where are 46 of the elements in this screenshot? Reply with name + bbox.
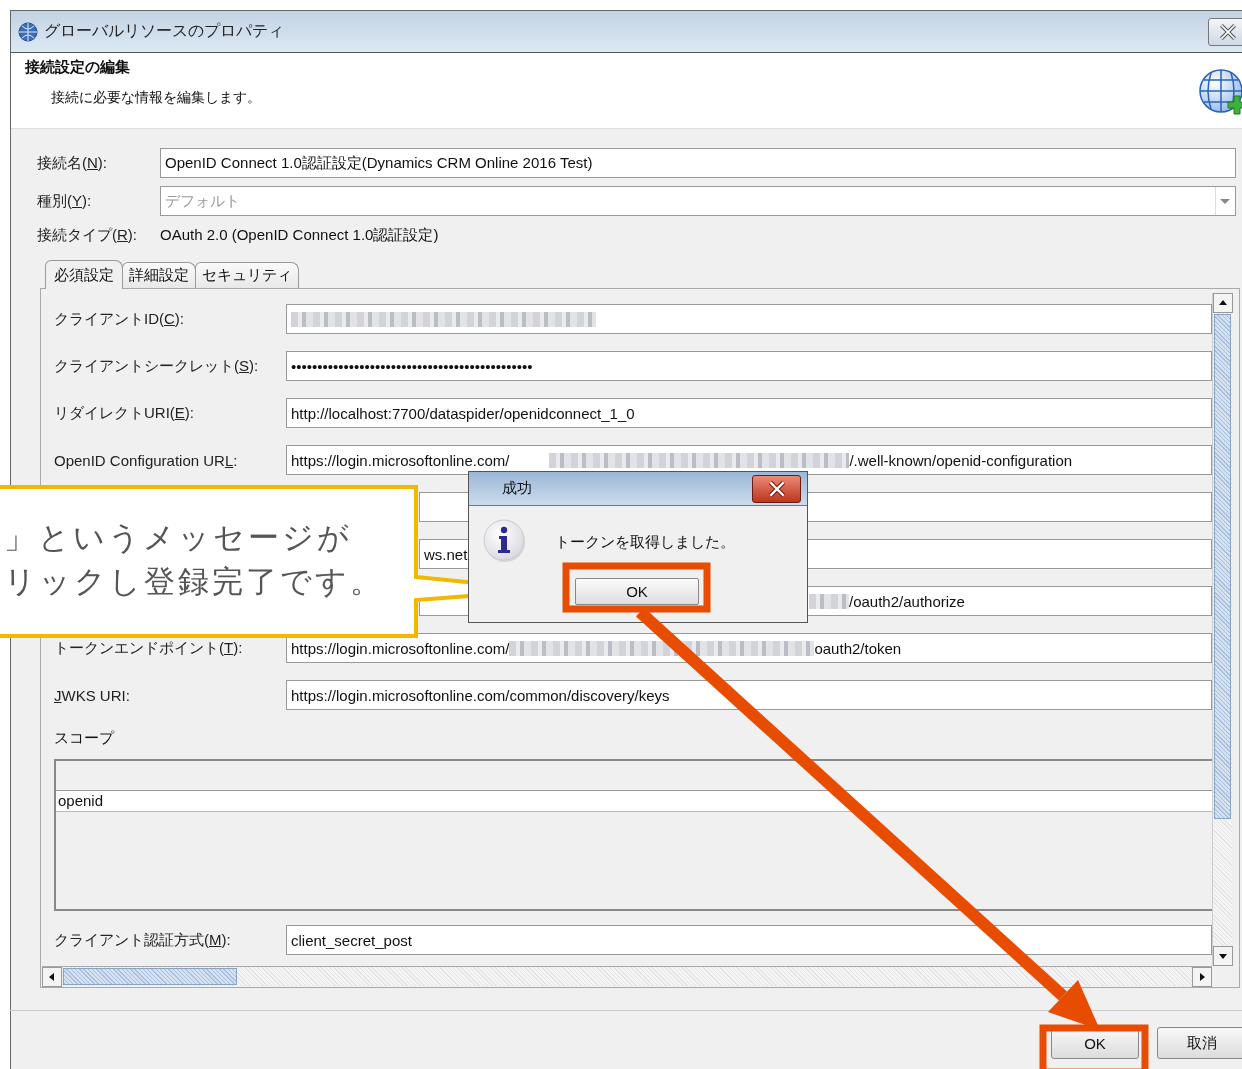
section-description: 接続に必要な情報を編集します。 [51, 89, 261, 107]
blurred-redaction [809, 593, 849, 609]
field-value: OAuth 2.0 (OpenID Connect 1.0認証設定) [160, 225, 440, 245]
callout-text: リックし登録完了です。 [4, 562, 384, 601]
field-label: OpenID Configuration URL: [54, 451, 239, 469]
globe-icon [18, 21, 38, 42]
close-button[interactable] [1208, 17, 1242, 46]
field-label: 接続名(N): [37, 153, 108, 173]
tab[interactable]: 必須設定 [45, 260, 123, 289]
section-title: 接続設定の編集 [25, 58, 131, 77]
window-title: グローバルリソースのプロパティ [44, 21, 284, 41]
field-label: 種別(Y): [37, 191, 93, 211]
text-field[interactable]: https://login.microsoftonline.com/common/discovery/keys [286, 680, 1212, 710]
tab[interactable]: セキュリティ [195, 262, 299, 288]
text-field[interactable]: OpenID Connect 1.0認証設定(Dynamics CRM Online 2016 Test) [160, 148, 1236, 178]
close-icon [1217, 22, 1239, 41]
scrollbar-thumb[interactable] [63, 968, 237, 985]
field-label: クライアントID(C): [54, 309, 185, 329]
tab[interactable]: 詳細設定 [122, 262, 196, 288]
field-label: クライアント認証方式(M): [54, 930, 232, 950]
text-field[interactable]: https://login.microsoftonline.com/ oauth2/token [286, 633, 1212, 663]
scroll-right-icon[interactable] [1192, 967, 1212, 987]
section-label: スコープ [54, 728, 116, 748]
globe-add-icon [1198, 66, 1242, 116]
vertical-scrollbar[interactable] [1212, 293, 1232, 966]
scroll-left-icon[interactable] [42, 967, 62, 987]
text-field[interactable]: •••••••••••••••••••••••••••••••••••••••••••••• [286, 351, 1212, 381]
scrollbar-thumb[interactable] [1214, 314, 1231, 819]
scroll-down-icon[interactable] [1213, 946, 1233, 966]
callout-text: 」というメッセージが [4, 518, 353, 557]
field-label: トークンエンドポイント(T): [54, 638, 244, 658]
text-field[interactable]: http://localhost:7700/dataspider/openidconnect_1_0 [286, 398, 1212, 428]
dialog-title: 成功 [502, 479, 532, 498]
text-field[interactable]: client_secret_post [286, 925, 1212, 955]
field-label: 接続タイプ(R): [37, 225, 138, 245]
field-label: クライアントシークレット(S): [54, 356, 260, 376]
horizontal-scrollbar[interactable] [42, 966, 1212, 986]
scroll-up-icon[interactable] [1213, 293, 1233, 313]
table-row[interactable]: openid [56, 791, 1212, 812]
dialog-button[interactable]: 取消 [1157, 1027, 1242, 1059]
field-label: JWKS URI: [54, 686, 131, 704]
text-field[interactable] [286, 304, 1212, 334]
text-field[interactable]: https://login.microsoftonline.com/ /.well-known/openid-configuration [286, 445, 1212, 475]
field-label: リダイレクトURI(E): [54, 403, 195, 423]
ok-button[interactable]: OK [575, 578, 699, 605]
close-button[interactable] [752, 474, 801, 503]
